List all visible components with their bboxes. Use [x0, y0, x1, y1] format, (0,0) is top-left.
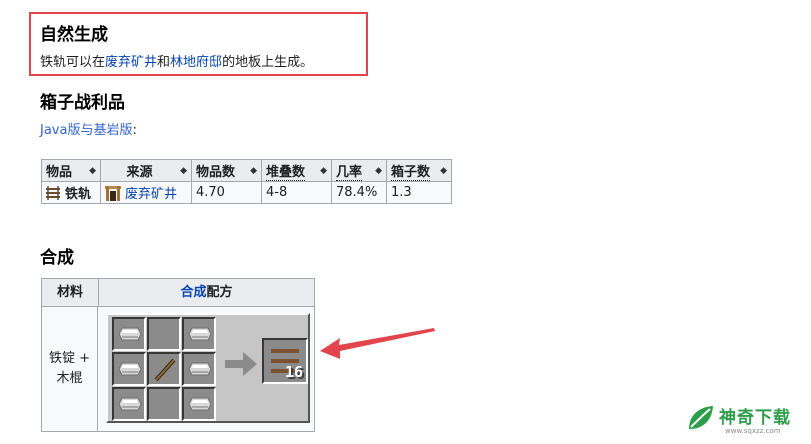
iron-ingot-icon — [188, 362, 212, 376]
natural-text-post: 的地板上生成。 — [222, 55, 314, 70]
cell-source: 废弃矿井 — [100, 181, 192, 204]
col-chests[interactable]: 箱子数 ◆ — [386, 159, 452, 182]
edition-suffix: : — [132, 123, 137, 138]
crafting-slot[interactable] — [182, 387, 216, 421]
col-chance[interactable]: 几率 ◆ — [331, 159, 387, 182]
loot-table: 物品 ◆ 来源 ◆ 物品数 ◆ 堆叠数 ◆ 几率 ◆ 箱子数 ◆ 铁轨 废弃矿井 4.70 — [41, 159, 452, 204]
recipe-label: 配方 — [206, 285, 233, 300]
source-link[interactable]: 废弃矿井 — [125, 187, 177, 202]
col-count[interactable]: 物品数 ◆ — [191, 159, 262, 182]
annotation-arrow-icon — [320, 328, 435, 359]
loot-table-header: 物品 ◆ 来源 ◆ 物品数 ◆ 堆叠数 ◆ 几率 ◆ 箱子数 ◆ — [41, 159, 452, 182]
arrow-right-icon — [225, 352, 257, 376]
iron-ingot-icon — [188, 397, 212, 411]
materials-cell: 铁锭 + 木棍 — [42, 307, 98, 431]
rail-icon — [46, 186, 60, 200]
sort-icon[interactable]: ◆ — [180, 161, 187, 181]
edition-link[interactable]: Java版与基岩版 — [40, 123, 132, 138]
crafting-table-header: 材料 合成配方 — [42, 279, 314, 307]
crafting-slot[interactable] — [182, 317, 216, 351]
sort-icon[interactable]: ◆ — [250, 161, 257, 181]
iron-ingot-icon — [118, 327, 142, 341]
item-name: 铁轨 — [65, 187, 92, 202]
cell-stack: 4-8 — [261, 181, 332, 204]
iron-ingot-icon — [188, 327, 212, 341]
mineshaft-icon — [105, 186, 121, 201]
crafting-slot[interactable] — [147, 317, 181, 351]
crafting-slot[interactable] — [112, 317, 146, 351]
col-stack[interactable]: 堆叠数 ◆ — [261, 159, 332, 182]
watermark-name: 神奇下载 — [719, 408, 791, 428]
natural-generation-heading: 自然生成 — [40, 25, 108, 45]
output-slot[interactable]: 16 — [262, 338, 308, 384]
chest-loot-heading: 箱子战利品 — [40, 93, 125, 113]
crafting-slot[interactable] — [147, 352, 181, 386]
recipe-link[interactable]: 合成 — [180, 285, 206, 300]
sort-icon[interactable]: ◆ — [320, 161, 327, 181]
col-source[interactable]: 来源 ◆ — [100, 159, 192, 182]
iron-ingot-icon — [118, 362, 142, 376]
materials-line1: 铁锭 + — [48, 351, 91, 366]
table-row: 铁轨 废弃矿井 4.70 4-8 78.4% 1.3 — [41, 181, 452, 204]
output-count: 16 — [284, 363, 303, 381]
sort-icon[interactable]: ◆ — [375, 161, 382, 181]
cell-chance: 78.4% — [331, 181, 387, 204]
cell-item: 铁轨 — [41, 181, 101, 204]
materials-line2: 木棍 — [56, 371, 83, 386]
col-recipe: 合成配方 — [99, 279, 314, 306]
natural-generation-text: 铁轨可以在废弃矿井和林地府邸的地板上生成。 — [40, 51, 313, 70]
crafting-slot[interactable] — [112, 387, 146, 421]
edition-line: Java版与基岩版: — [40, 119, 137, 138]
crafting-slot[interactable] — [147, 387, 181, 421]
crafting-slot[interactable] — [182, 352, 216, 386]
watermark-logo: 神奇下载 www.sqxzz.com — [683, 397, 808, 441]
natural-text-mid: 和 — [157, 55, 171, 70]
crafting-gui: 16 — [106, 313, 310, 423]
col-item[interactable]: 物品 ◆ — [41, 159, 101, 182]
sort-icon[interactable]: ◆ — [440, 161, 447, 181]
col-material: 材料 — [42, 279, 99, 306]
cell-count: 4.70 — [191, 181, 262, 204]
link-woodland-mansion[interactable]: 林地府邸 — [170, 55, 222, 70]
link-abandoned-mineshaft[interactable]: 废弃矿井 — [105, 55, 157, 70]
crafting-slot[interactable] — [112, 352, 146, 386]
iron-ingot-icon — [118, 397, 142, 411]
leaf-logo-icon — [689, 406, 713, 429]
sort-icon[interactable]: ◆ — [89, 161, 96, 181]
natural-text-pre: 铁轨可以在 — [40, 55, 106, 70]
crafting-heading: 合成 — [40, 248, 74, 268]
crafting-table: 材料 合成配方 铁锭 + 木棍 16 — [41, 278, 315, 432]
cell-chests: 1.3 — [386, 181, 452, 204]
watermark-url: www.sqxzz.com — [725, 427, 781, 435]
stick-icon — [154, 358, 176, 382]
